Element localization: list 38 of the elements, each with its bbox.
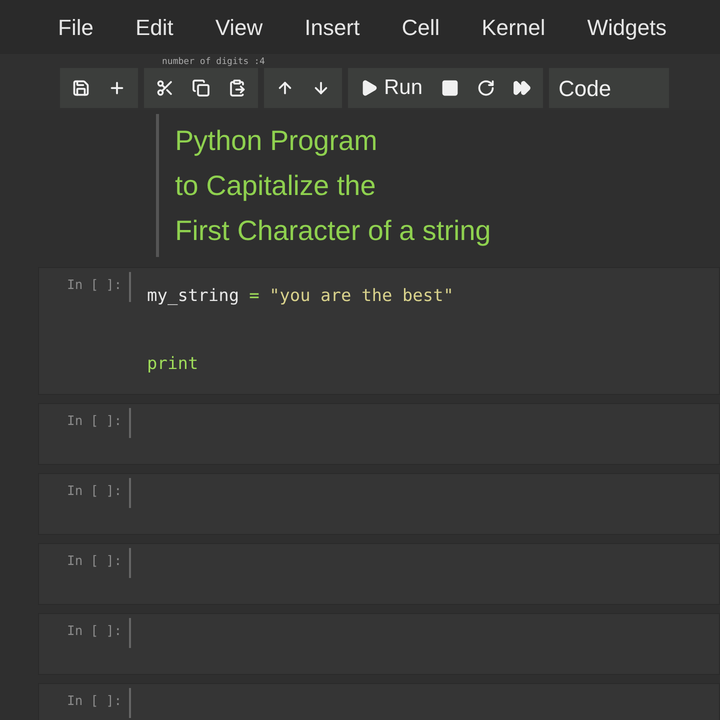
code-cell[interactable]: In [ ]: my_string = "you are the best" print: [38, 267, 720, 395]
cell-type-dropdown[interactable]: Code: [548, 68, 669, 108]
code-cell[interactable]: In [ ]:: [38, 403, 720, 465]
code-cell[interactable]: In [ ]:: [38, 613, 720, 675]
fast-forward-icon: [512, 79, 531, 97]
down-arrow-icon: [312, 79, 330, 97]
menu-item[interactable]: Edit: [135, 10, 174, 44]
menu-item[interactable]: Kernel: [482, 10, 546, 44]
menu-item[interactable]: File: [58, 10, 94, 44]
code-token: =: [249, 285, 260, 308]
scissors-icon: [156, 79, 174, 97]
output-text: number of digits :4: [162, 56, 265, 69]
menu-item[interactable]: View: [215, 10, 263, 44]
play-icon: [360, 79, 378, 97]
heading-text: to Capitalize the: [175, 169, 377, 203]
cell-prompt: In [ ]:: [66, 623, 123, 640]
menu-item[interactable]: Cell: [402, 10, 440, 44]
code-token: print: [147, 353, 198, 376]
code-token: my_string: [147, 285, 240, 308]
heading-text: First Character of a string: [175, 214, 492, 248]
code-cell[interactable]: In [ ]:: [38, 473, 720, 535]
cell-prompt: In [ ]:: [66, 483, 123, 500]
heading-text: Python Program: [175, 124, 378, 158]
copy-icon: [192, 79, 210, 97]
paste-icon: [228, 79, 246, 97]
menu-item[interactable]: Insert: [304, 10, 360, 44]
cell-prompt: In [ ]:: [66, 553, 123, 570]
cell-prompt: In [ ]:: [66, 413, 123, 430]
stop-icon: [440, 79, 459, 97]
cell-prompt: In [ ]:: [66, 277, 123, 294]
code-cell[interactable]: In [ ]:: [38, 683, 720, 720]
save-icon: [72, 79, 90, 97]
restart-icon: [476, 79, 495, 97]
code-cell[interactable]: In [ ]:: [38, 543, 720, 605]
cell-prompt: In [ ]:: [66, 693, 123, 710]
plus-icon: [108, 79, 126, 97]
menu-item[interactable]: Widgets: [587, 10, 667, 44]
code-token: "you are the best": [269, 285, 454, 308]
